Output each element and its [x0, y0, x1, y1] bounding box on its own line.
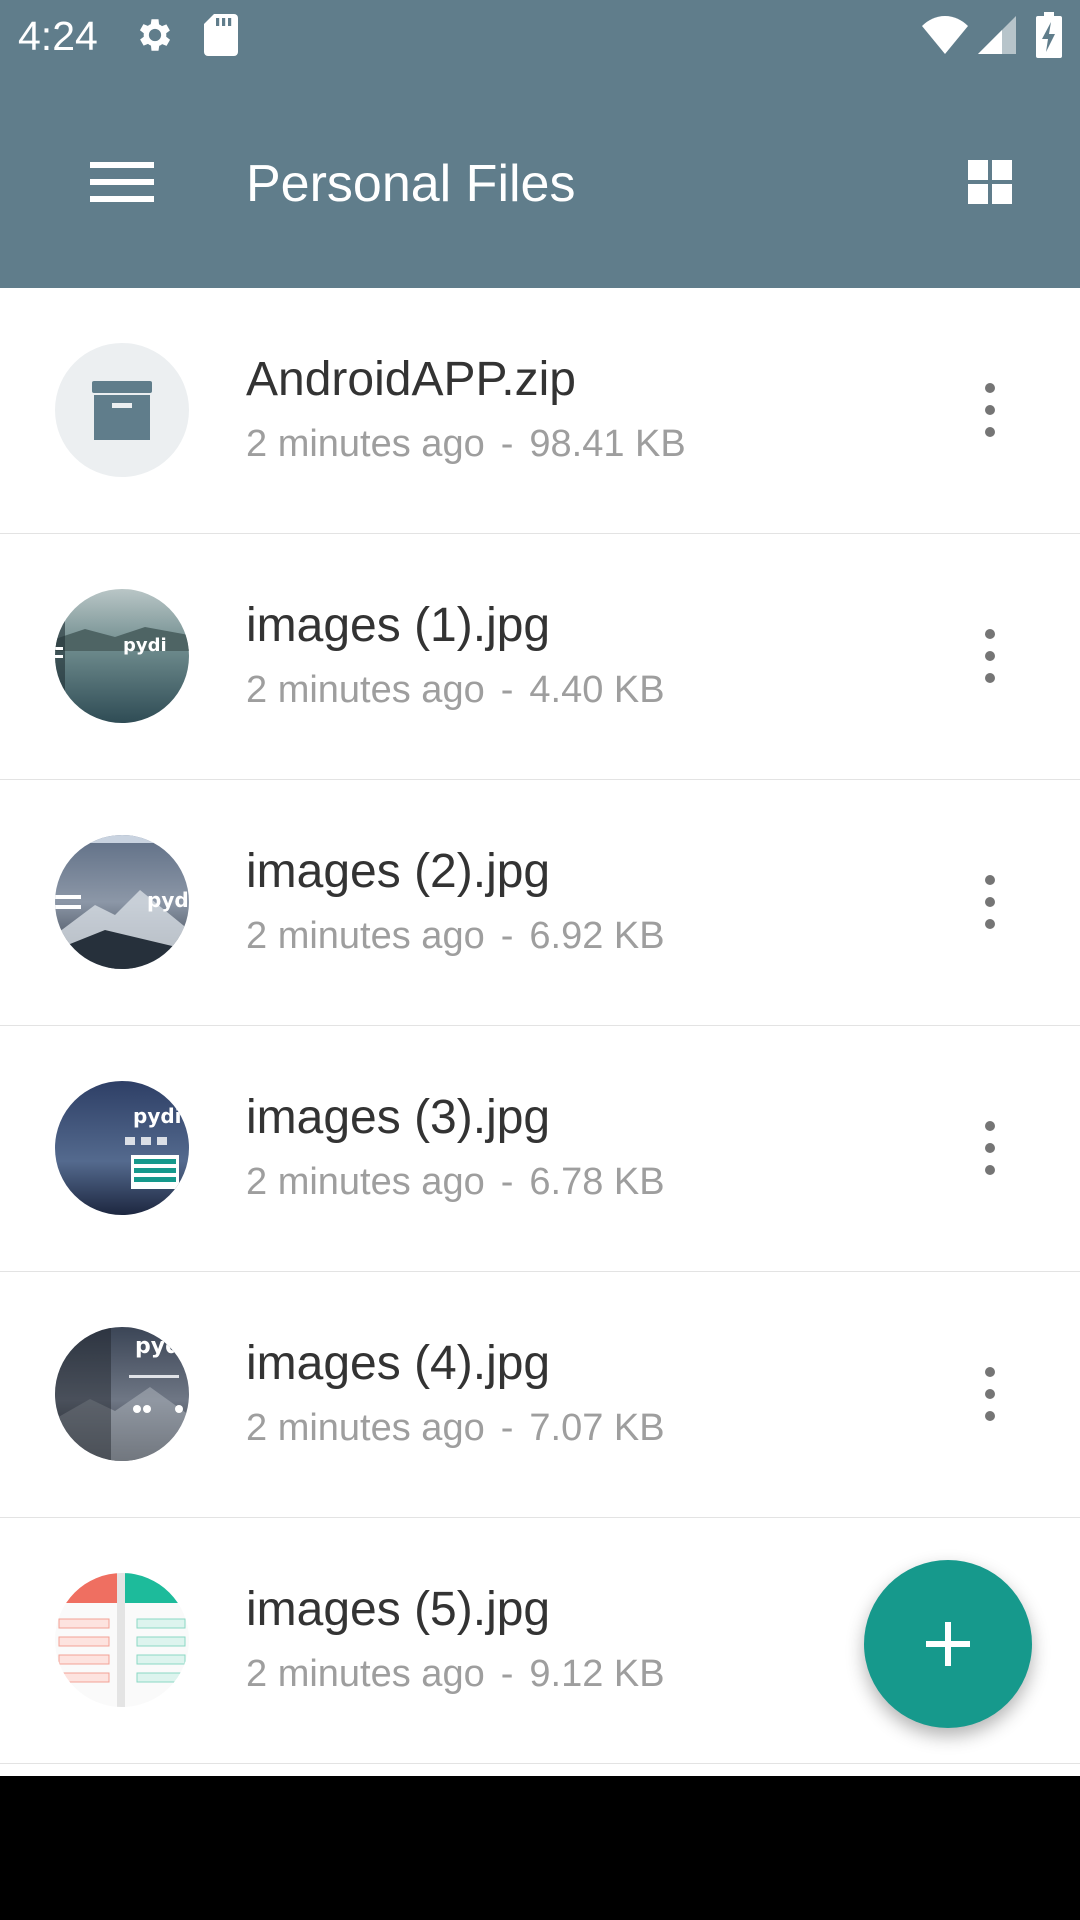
file-thumbnail: pydi: [55, 1081, 189, 1215]
svg-text:pydi: pydi: [123, 635, 167, 656]
page-title: Personal Files: [246, 155, 576, 213]
view-toggle-button[interactable]: [940, 132, 1040, 232]
file-modified: 2 minutes ago: [246, 915, 485, 957]
svg-text:pydi: pydi: [147, 888, 189, 912]
system-nav-bar: [0, 1776, 1080, 1920]
file-size: 6.92 KB: [529, 915, 665, 957]
file-name: images (5).jpg: [246, 1583, 551, 1636]
app-screen: 4:24 Personal Files AndroidAPP.zip 2 min…: [0, 0, 1080, 1776]
file-size: 4.40 KB: [529, 669, 665, 711]
add-button[interactable]: [864, 1560, 1032, 1728]
file-thumbnail: [55, 1573, 189, 1707]
more-vert-icon: [985, 875, 995, 929]
meta-separator: -: [500, 669, 514, 711]
file-name: images (4).jpg: [246, 1337, 551, 1390]
svg-text:pyd: pyd: [135, 1334, 181, 1359]
file-size: 7.07 KB: [529, 1407, 665, 1449]
file-thumbnail: pydi: [55, 589, 189, 723]
image-thumbnail-icon: [55, 1573, 189, 1707]
file-size: 98.41 KB: [529, 423, 686, 465]
file-modified: 2 minutes ago: [246, 423, 485, 465]
wifi-icon: [922, 16, 968, 59]
app-bar: Personal Files: [0, 72, 1080, 288]
plus-icon: [926, 1622, 970, 1666]
file-name: images (1).jpg: [246, 599, 551, 652]
file-row[interactable]: pydi images (1).jpg 2 minutes ago -4.40 K…: [0, 534, 1080, 780]
meta-separator: -: [500, 1653, 514, 1695]
file-meta: 2 minutes ago -6.92 KB: [246, 914, 665, 958]
image-thumbnail-icon: pyd: [55, 1327, 189, 1461]
file-size: 6.78 KB: [529, 1161, 665, 1203]
file-meta: 2 minutes ago -98.41 KB: [246, 422, 686, 466]
file-meta: 2 minutes ago -7.07 KB: [246, 1406, 665, 1450]
file-list: AndroidAPP.zip 2 minutes ago -98.41 KB py…: [0, 288, 1080, 1764]
menu-button[interactable]: [72, 132, 172, 232]
more-options-button[interactable]: [970, 866, 1010, 938]
file-meta: 2 minutes ago -4.40 KB: [246, 668, 665, 712]
file-thumbnail: pydi: [55, 835, 189, 969]
more-vert-icon: [985, 1121, 995, 1175]
file-name: images (2).jpg: [246, 845, 551, 898]
file-row[interactable]: pydi images (2).jpg 2 minutes ago-6.92 K…: [0, 780, 1080, 1026]
meta-separator: -: [500, 1407, 514, 1449]
meta-separator: -: [500, 1161, 514, 1203]
meta-separator: -: [500, 915, 514, 957]
meta-separator: -: [500, 423, 514, 465]
cell-signal-icon: [978, 16, 1016, 59]
file-row[interactable]: AndroidAPP.zip 2 minutes ago -98.41 KB: [0, 288, 1080, 534]
image-thumbnail-icon: pydi: [55, 1081, 189, 1215]
file-name: AndroidAPP.zip: [246, 353, 576, 406]
more-vert-icon: [985, 383, 995, 437]
image-thumbnail-icon: pydi: [55, 589, 189, 723]
hamburger-menu-icon: [90, 162, 154, 202]
file-row[interactable]: pydi images (3).jpg 2 minutes ago -6.78 K…: [0, 1026, 1080, 1272]
more-options-button[interactable]: [970, 374, 1010, 446]
file-modified: 2 minutes ago: [246, 1407, 485, 1449]
file-modified: 2 minutes ago: [246, 669, 485, 711]
battery-charging-icon: [1036, 12, 1062, 63]
file-thumbnail: pyd: [55, 1327, 189, 1461]
file-row[interactable]: pyd images (4).jpg 2 minutes ago -7.07 KB: [0, 1272, 1080, 1518]
more-vert-icon: [985, 629, 995, 683]
file-modified: 2 minutes ago: [246, 1653, 485, 1695]
more-vert-icon: [985, 1367, 995, 1421]
gear-icon: [134, 14, 176, 61]
grid-view-icon: [968, 160, 1012, 204]
status-time: 4:24: [18, 13, 98, 59]
status-bar: 4:24: [0, 0, 1080, 72]
more-options-button[interactable]: [970, 1358, 1010, 1430]
file-meta: 2 minutes ago -6.78 KB: [246, 1160, 665, 1204]
file-size: 9.12 KB: [529, 1653, 665, 1695]
file-modified: 2 minutes ago: [246, 1161, 485, 1203]
svg-text:pydi: pydi: [133, 1104, 182, 1128]
more-options-button[interactable]: [970, 620, 1010, 692]
sd-card-icon: [204, 14, 238, 61]
file-name: images (3).jpg: [246, 1091, 551, 1144]
file-meta: 2 minutes ago -9.12 KB: [246, 1652, 665, 1696]
more-options-button[interactable]: [970, 1112, 1010, 1184]
file-thumbnail: [55, 343, 189, 477]
image-thumbnail-icon: pydi: [55, 835, 189, 969]
archive-icon: [92, 381, 152, 440]
